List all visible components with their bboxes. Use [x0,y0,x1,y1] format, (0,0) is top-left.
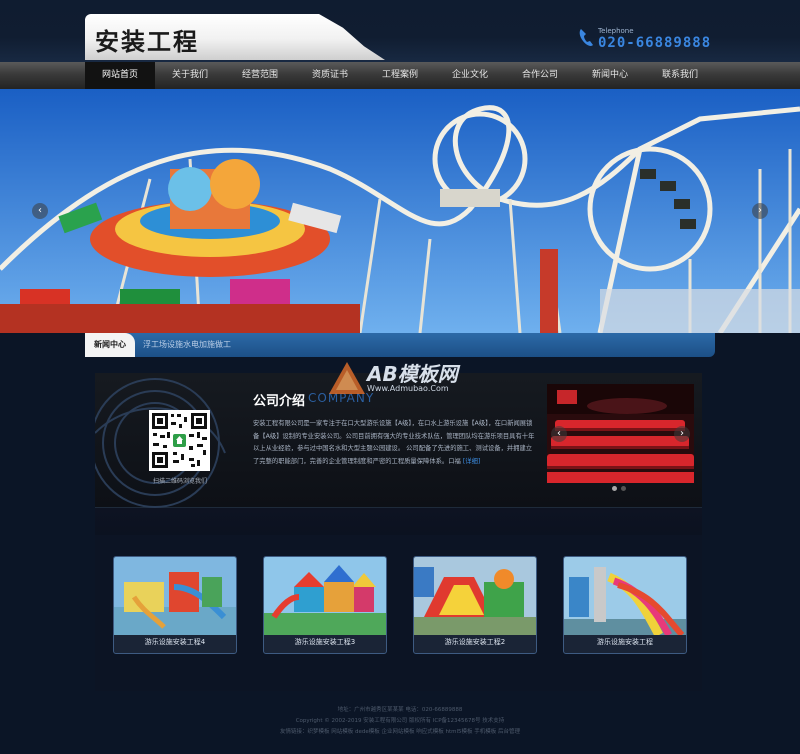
cinema-image [547,384,694,483]
banner-slideshow: ‹ › [0,89,800,333]
theater-prev-arrow[interactable]: ‹ [551,426,567,442]
watermark-url: Www.Admubao.Com [367,384,449,393]
company-intro-body: 安装工程有限公司是一家专注于在口大型游乐设施【A级】，在口水上游乐设施【A级】，… [253,420,535,465]
project-thumbnail [564,557,686,635]
main-nav: 网站首页 关于我们 经营范围 资质证书 工程案例 企业文化 合作公司 新闻中心 … [0,62,800,89]
nav-item-partners[interactable]: 合作公司 [505,62,575,89]
pagination-dot[interactable] [621,486,626,491]
news-ticker-label[interactable]: 新闻中心 [85,333,135,357]
nav-item-certificates[interactable]: 资质证书 [295,62,365,89]
watermark-logo-icon [329,362,365,394]
nav-item-contact[interactable]: 联系我们 [645,62,715,89]
project-thumbnail [264,557,386,635]
project-thumbnail [414,557,536,635]
qr-caption: 扫描二维码浏览我们 [152,478,207,485]
project-caption[interactable]: 游乐设施安装工程2 [414,637,536,647]
site-logo[interactable]: 安装工程 [95,22,199,57]
project-card[interactable]: 游乐设施安装工程3 [263,556,387,654]
project-caption[interactable]: 游乐设施安装工程 [564,637,686,647]
project-card[interactable]: 游乐设施安装工程 [563,556,687,654]
news-ticker-item[interactable]: 浮工场设施水电加施做工 [143,333,231,357]
nav-item-about[interactable]: 关于我们 [155,62,225,89]
nav-item-business-scope[interactable]: 经营范围 [225,62,295,89]
header: 安装工程 Telephone 020-66889888 [0,0,800,62]
theater-slideshow: ‹ › [547,384,694,483]
company-intro-title: 公司介绍 [253,394,306,409]
project-thumbnail [114,557,236,635]
nav-item-news[interactable]: 新闻中心 [575,62,645,89]
telephone-icon [579,29,593,46]
nav-item-culture[interactable]: 企业文化 [435,62,505,89]
theater-pagination [612,486,626,491]
project-caption[interactable]: 游乐设施安装工程3 [264,637,386,647]
footer: 地址：广州市越秀区某某某 电话：020-66889888 Copyright ©… [0,705,800,754]
qr-code [149,410,210,471]
read-more-link[interactable]: [详细] [463,458,481,465]
project-card[interactable]: 游乐设施安装工程2 [413,556,537,654]
company-intro-text: 安装工程有限公司是一家专注于在口大型游乐设施【A级】，在口水上游乐设施【A级】，… [253,418,535,468]
theater-next-arrow[interactable]: › [674,426,690,442]
nav-item-cases[interactable]: 工程案例 [365,62,435,89]
divider-strip [95,508,702,535]
project-gallery: 游乐设施安装工程4 游乐设施安装工程3 游乐设施安装工程2 游乐设施安装工程 [113,556,687,654]
footer-copyright: Copyright © 2002-2019 安装工程有限公司 版权所有 ICP备… [295,718,505,724]
rollercoaster-image [0,89,800,333]
watermark-text: AB模板网 [367,362,458,386]
banner-prev-arrow[interactable]: ‹ [32,203,48,219]
banner-next-arrow[interactable]: › [752,203,768,219]
telephone-number: 020-66889888 [598,35,712,51]
project-card[interactable]: 游乐设施安装工程4 [113,556,237,654]
project-caption[interactable]: 游乐设施安装工程4 [114,637,236,647]
news-ticker: 新闻中心 浮工场设施水电加施做工 [85,333,715,357]
telephone-label: Telephone [598,27,634,35]
nav-item-home[interactable]: 网站首页 [85,62,155,89]
pagination-dot[interactable] [612,486,617,491]
footer-address: 地址：广州市越秀区某某某 电话：020-66889888 [337,707,463,713]
footer-links[interactable]: 友情链接：织梦模板 网站模板 dede模板 企业网站模板 响应式模板 html5… [0,727,800,738]
